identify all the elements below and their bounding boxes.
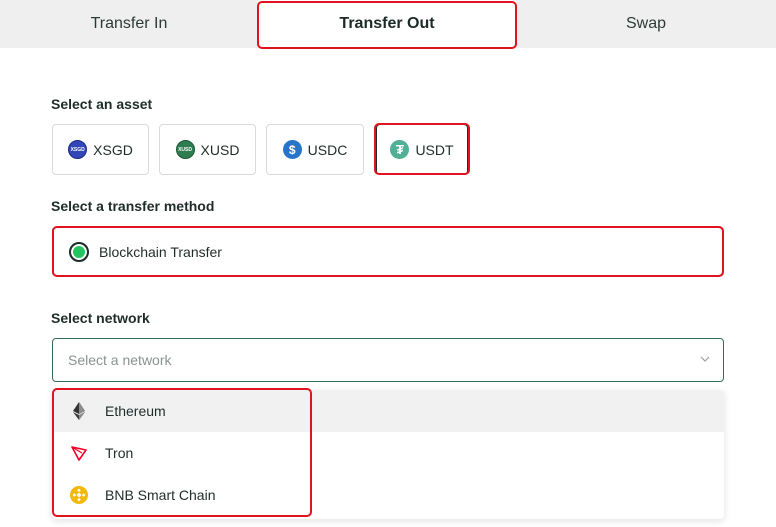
tab-transfer-out[interactable]: Transfer Out (258, 0, 516, 48)
asset-section-label: Select an asset (51, 96, 153, 112)
chevron-down-icon (700, 356, 710, 362)
asset-xsgd-label: XSGD (93, 141, 133, 158)
network-option-label: Ethereum (105, 403, 166, 419)
network-option-label: BNB Smart Chain (105, 487, 216, 503)
network-option-label: Tron (105, 445, 134, 461)
usdt-coin-text: ₮ (395, 142, 404, 157)
network-select-placeholder: Select a network (68, 352, 172, 368)
asset-xsgd-button[interactable]: XSGD XSGD (52, 124, 149, 175)
blockchain-transfer-label: Blockchain Transfer (99, 243, 222, 260)
blockchain-transfer-option[interactable]: Blockchain Transfer (52, 227, 723, 276)
xusd-coin-text: XUSD (178, 146, 192, 153)
usdc-coin-text: $ (288, 142, 296, 157)
network-dropdown: Ethereum Tron BNB Smart Chain (52, 390, 724, 519)
tab-bar: Transfer In Transfer Out Swap (0, 0, 776, 48)
asset-usdt-label: USDT (415, 141, 454, 158)
asset-usdc-button[interactable]: $ USDC (266, 124, 364, 175)
ethereum-icon (70, 402, 88, 420)
asset-xusd-button[interactable]: XUSD XUSD (159, 124, 256, 175)
tab-swap[interactable]: Swap (516, 0, 776, 48)
usdc-coin-icon: $ (282, 140, 302, 159)
asset-usdc-label: USDC (307, 141, 348, 158)
radio-selected-icon[interactable] (69, 241, 89, 262)
xsgd-coin-text: XSGD (70, 146, 85, 153)
network-option-bnb[interactable]: BNB Smart Chain (52, 474, 724, 516)
tron-icon (70, 444, 88, 462)
xsgd-coin-icon: XSGD (68, 140, 88, 159)
method-section-label: Select a transfer method (51, 198, 215, 214)
network-option-ethereum[interactable]: Ethereum (52, 390, 724, 432)
network-option-tron[interactable]: Tron (52, 432, 724, 474)
network-section-label: Select network (51, 310, 150, 326)
xusd-coin-icon: XUSD (175, 140, 195, 159)
tab-transfer-in[interactable]: Transfer In (0, 0, 258, 48)
bnb-icon (70, 486, 88, 504)
network-select[interactable]: Select a network (52, 338, 724, 382)
asset-usdt-button[interactable]: ₮ USDT (376, 124, 468, 175)
usdt-coin-icon: ₮ (390, 140, 410, 159)
asset-xusd-label: XUSD (200, 141, 240, 158)
